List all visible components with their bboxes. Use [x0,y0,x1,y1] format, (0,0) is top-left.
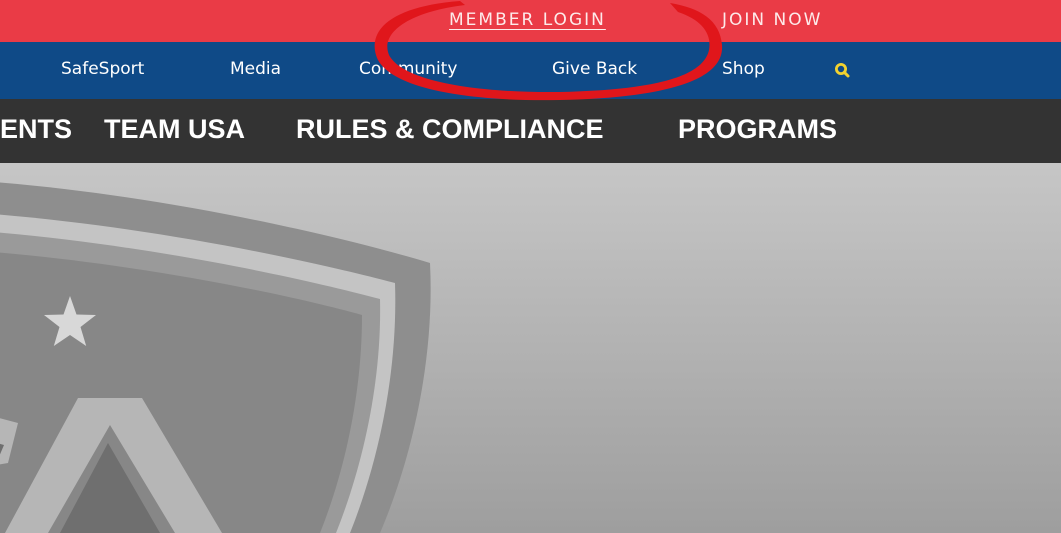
main-nav-events[interactable]: EVENTS [0,114,72,145]
main-nav: EVENTS TEAM USA RULES & COMPLIANCE PROGR… [0,99,1061,163]
nav-item-community[interactable]: Community [359,59,457,79]
nav-item-give-back[interactable]: Give Back [552,59,637,79]
shield-logo [0,182,431,533]
secondary-nav: SafeSport Media Community Give Back Shop [0,42,1061,99]
member-login-link[interactable]: MEMBER LOGIN [449,10,606,30]
search-icon[interactable] [833,61,853,81]
join-now-link[interactable]: JOIN NOW [722,10,822,30]
main-nav-programs[interactable]: PROGRAMS [678,114,837,145]
main-nav-team-usa[interactable]: TEAM USA [104,114,245,145]
nav-item-media[interactable]: Media [230,59,281,79]
main-nav-rules-compliance[interactable]: RULES & COMPLIANCE [296,114,604,145]
hero-banner [0,163,1061,533]
utility-bar: MEMBER LOGIN JOIN NOW [0,0,1061,42]
nav-item-safesport[interactable]: SafeSport [61,59,144,79]
nav-item-shop[interactable]: Shop [722,59,765,79]
